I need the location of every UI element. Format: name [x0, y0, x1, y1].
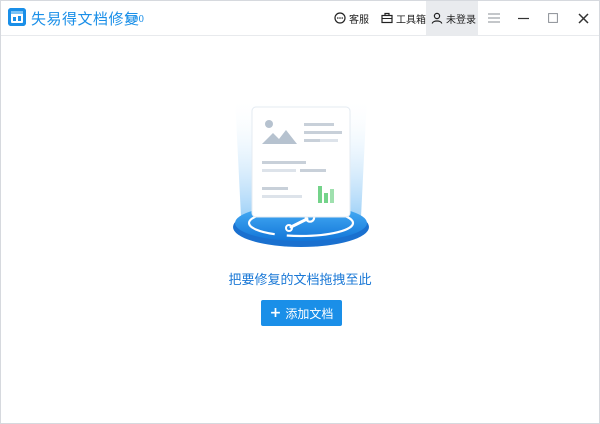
close-button[interactable] [568, 1, 598, 35]
title-bar: 失易得文档修复 1.00 客服 工具箱 未登录 [1, 1, 599, 36]
chat-bubble-icon [334, 12, 346, 24]
minimize-button[interactable] [508, 1, 538, 35]
plus-icon: + [269, 305, 282, 321]
app-version: 1.00 [124, 15, 145, 25]
toolbox-icon [381, 12, 393, 24]
maximize-button[interactable] [538, 1, 568, 35]
customer-service-button[interactable]: 客服 [334, 1, 369, 35]
add-document-label: 添加文档 [285, 306, 334, 321]
document-repair-illustration[interactable] [221, 89, 381, 249]
drop-zone-hint: 把要修复的文档拖拽至此 [228, 273, 372, 288]
login-label: 未登录 [446, 14, 476, 26]
close-icon [577, 12, 589, 24]
toolbox-label: 工具箱 [396, 14, 426, 26]
maximize-icon [548, 13, 558, 23]
customer-service-label: 客服 [349, 14, 369, 26]
user-icon [431, 12, 443, 24]
login-button[interactable]: 未登录 [426, 1, 478, 35]
app-logo-icon [8, 8, 26, 26]
app-window: 失易得文档修复 1.00 客服 工具箱 未登录 把要修复的文档拖拽至此 + 添加… [0, 0, 600, 424]
toolbox-button[interactable]: 工具箱 [381, 1, 426, 35]
menu-button[interactable] [479, 1, 509, 35]
add-document-button[interactable]: + 添加文档 [261, 300, 342, 326]
minimize-icon [517, 17, 529, 19]
hamburger-menu-icon [488, 13, 500, 23]
document-repair-icon [233, 97, 369, 247]
